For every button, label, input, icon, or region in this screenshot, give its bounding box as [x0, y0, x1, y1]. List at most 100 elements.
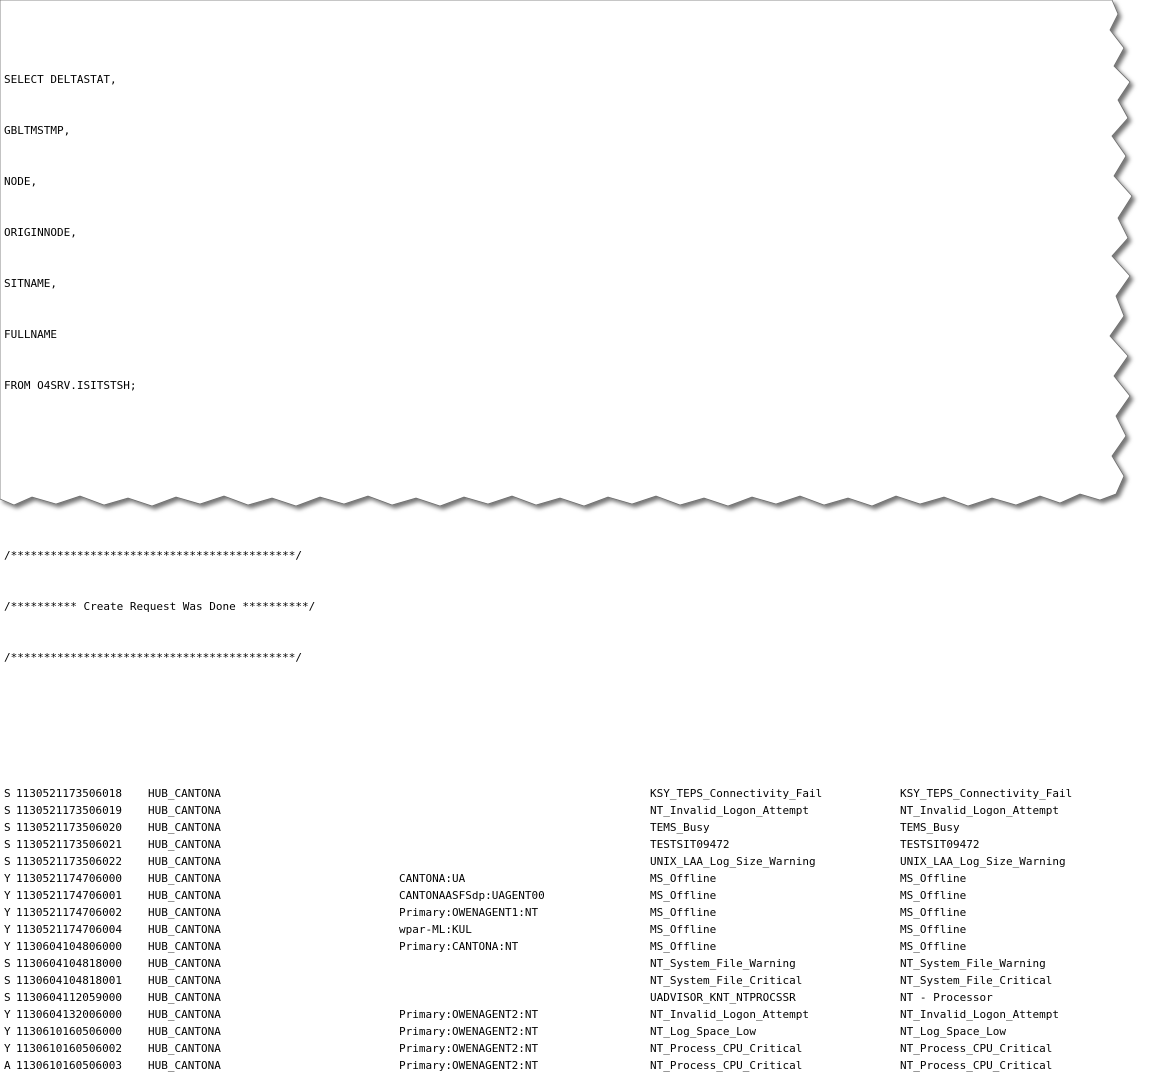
situation-name-cell: NT_Invalid_Logon_Attempt	[650, 804, 809, 817]
node-cell: HUB_CANTONA	[148, 804, 221, 817]
full-name-cell: NT_System_File_Critical	[900, 974, 1053, 987]
timestamp-cell: 1130610160506003	[16, 1059, 122, 1072]
node-cell: HUB_CANTONA	[148, 821, 221, 834]
node-cell: HUB_CANTONA	[148, 940, 221, 953]
result-row: S 1130521173506021 HUB_CANTONA TESTSIT09472…	[4, 836, 1114, 853]
result-row: Y 1130610160506000 HUB_CANTONA Primary:OWEN…	[4, 1023, 1114, 1040]
timestamp-cell: 1130521173506020	[16, 821, 122, 834]
timestamp-cell: 1130521174706002	[16, 906, 122, 919]
comment-line: /********** Create Request Was Done ****…	[4, 600, 316, 613]
status-cell: Y	[4, 923, 11, 936]
torn-paper-document: SELECT DELTASTAT, GBLTMSTMP, NODE, ORIGI…	[0, 0, 1152, 1072]
sql-line: GBLTMSTMP,	[4, 124, 71, 137]
origin-node-cell: Primary:OWENAGENT2:NT	[399, 1025, 539, 1038]
comment-line: /***************************************…	[4, 549, 303, 562]
situation-name-cell: NT_System_File_Critical	[650, 974, 803, 987]
timestamp-cell: 1130604104818000	[16, 957, 122, 970]
situation-name-cell: UADVISOR_KNT_NTPROCSSR	[650, 991, 796, 1004]
full-name-cell: NT_Process_CPU_Critical	[900, 1042, 1053, 1055]
result-row: Y 1130604104806000 HUB_CANTONA Primary:CANT…	[4, 938, 1114, 955]
status-cell: Y	[4, 889, 11, 902]
node-cell: HUB_CANTONA	[148, 855, 221, 868]
status-cell: A	[4, 1059, 11, 1072]
sql-line: NODE,	[4, 175, 38, 188]
result-row: S 1130521173506022 HUB_CANTONA UNIX_LAA_Log…	[4, 853, 1114, 870]
origin-node-cell: Primary:CANTONA:NT	[399, 940, 519, 953]
status-cell: S	[4, 991, 11, 1004]
situation-name-cell: NT_Log_Space_Low	[650, 1025, 756, 1038]
result-row: S 1130521173506019 HUB_CANTONA NT_Invalid_L…	[4, 802, 1114, 819]
status-cell: S	[4, 821, 11, 834]
result-row: Y 1130521174706001 HUB_CANTONA CANTONAASFSd…	[4, 887, 1114, 904]
result-row: Y 1130521174706000 HUB_CANTONA CANTONA:UA MS…	[4, 870, 1114, 887]
situation-name-cell: KSY_TEPS_Connectivity_Fail	[650, 787, 823, 800]
situation-name-cell: TESTSIT09472	[650, 838, 730, 851]
sql-line: SITNAME,	[4, 277, 57, 290]
origin-node-cell: CANTONA:UA	[399, 872, 466, 885]
result-row: A 1130610160506003 HUB_CANTONA Primary:OWEN…	[4, 1057, 1114, 1074]
node-cell: HUB_CANTONA	[148, 1042, 221, 1055]
situation-name-cell: NT_Process_CPU_Critical	[650, 1042, 803, 1055]
result-row: S 1130521173506018 HUB_CANTONA KSY_TEPS_Con…	[4, 785, 1114, 802]
status-cell: Y	[4, 940, 11, 953]
sql-query: SELECT DELTASTAT, GBLTMSTMP, NODE, ORIGI…	[4, 37, 1114, 428]
full-name-cell: MS_Offline	[900, 889, 967, 902]
timestamp-cell: 1130604104818001	[16, 974, 122, 987]
situation-name-cell: MS_Offline	[650, 872, 717, 885]
node-cell: HUB_CANTONA	[148, 787, 221, 800]
situation-name-cell: MS_Offline	[650, 889, 717, 902]
full-name-cell: MS_Offline	[900, 923, 967, 936]
full-name-cell: TESTSIT09472	[900, 838, 980, 851]
situation-name-cell: UNIX_LAA_Log_Size_Warning	[650, 855, 816, 868]
result-row: Y 1130521174706004 HUB_CANTONA wpar-ML:KUL M…	[4, 921, 1114, 938]
comment-line: /***************************************…	[4, 651, 303, 664]
status-cell: Y	[4, 1025, 11, 1038]
origin-node-cell: Primary:OWENAGENT2:NT	[399, 1059, 539, 1072]
sql-line: FROM O4SRV.ISITSTSH;	[4, 379, 137, 392]
result-row: S 1130604104818000 HUB_CANTONA NT_System_Fi…	[4, 955, 1114, 972]
node-cell: HUB_CANTONA	[148, 1059, 221, 1072]
origin-node-cell: wpar-ML:KUL	[399, 923, 472, 936]
status-cell: S	[4, 957, 11, 970]
timestamp-cell: 1130604104806000	[16, 940, 122, 953]
node-cell: HUB_CANTONA	[148, 923, 221, 936]
sql-line: FULLNAME	[4, 328, 57, 341]
situation-name-cell: NT_Invalid_Logon_Attempt	[650, 1008, 809, 1021]
result-row: S 1130604112059000 HUB_CANTONA UADVISOR_KNT…	[4, 989, 1114, 1006]
timestamp-cell: 1130521173506019	[16, 804, 122, 817]
node-cell: HUB_CANTONA	[148, 1008, 221, 1021]
node-cell: HUB_CANTONA	[148, 991, 221, 1004]
origin-node-cell: Primary:OWENAGENT2:NT	[399, 1042, 539, 1055]
situation-name-cell: MS_Offline	[650, 923, 717, 936]
timestamp-cell: 1130521174706004	[16, 923, 122, 936]
query-output: SELECT DELTASTAT, GBLTMSTMP, NODE, ORIGI…	[4, 3, 1114, 1086]
full-name-cell: MS_Offline	[900, 906, 967, 919]
status-cell: S	[4, 787, 11, 800]
result-row: Y 1130610160506002 HUB_CANTONA Primary:OWEN…	[4, 1040, 1114, 1057]
timestamp-cell: 1130604112059000	[16, 991, 122, 1004]
sql-line: ORIGINNODE,	[4, 226, 77, 239]
full-name-cell: KSY_TEPS_Connectivity_Fail	[900, 787, 1073, 800]
result-row: Y 1130521174706002 HUB_CANTONA Primary:OWEN…	[4, 904, 1114, 921]
situation-name-cell: NT_Process_CPU_Critical	[650, 1059, 803, 1072]
status-cell: Y	[4, 906, 11, 919]
status-cell: Y	[4, 1008, 11, 1021]
status-cell: Y	[4, 1042, 11, 1055]
full-name-cell: NT_System_File_Warning	[900, 957, 1046, 970]
timestamp-cell: 1130604132006000	[16, 1008, 122, 1021]
origin-node-cell: CANTONAASFSdp:UAGENT00	[399, 889, 545, 902]
timestamp-cell: 1130521173506018	[16, 787, 122, 800]
situation-name-cell: TEMS_Busy	[650, 821, 710, 834]
full-name-cell: UNIX_LAA_Log_Size_Warning	[900, 855, 1066, 868]
result-row: S 1130604104818001 HUB_CANTONA NT_System_Fi…	[4, 972, 1114, 989]
timestamp-cell: 1130610160506002	[16, 1042, 122, 1055]
origin-node-cell: Primary:OWENAGENT1:NT	[399, 906, 539, 919]
origin-node-cell: Primary:OWENAGENT2:NT	[399, 1008, 539, 1021]
status-cell: S	[4, 838, 11, 851]
timestamp-cell: 1130521173506022	[16, 855, 122, 868]
node-cell: HUB_CANTONA	[148, 838, 221, 851]
status-cell: S	[4, 804, 11, 817]
status-cell: S	[4, 855, 11, 868]
timestamp-cell: 1130521174706000	[16, 872, 122, 885]
node-cell: HUB_CANTONA	[148, 906, 221, 919]
